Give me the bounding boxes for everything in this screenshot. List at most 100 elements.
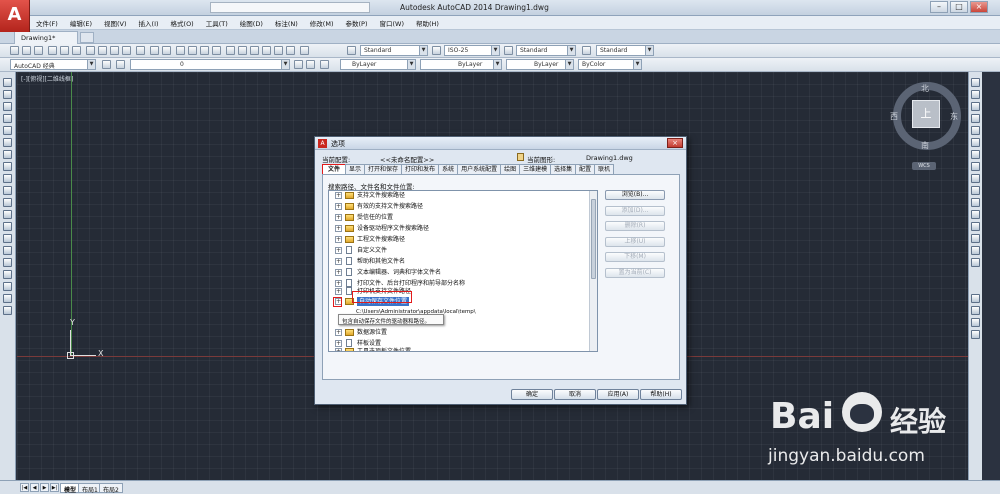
workspace-settings-icon[interactable] bbox=[102, 60, 111, 69]
tab-3d-modeling[interactable]: 三维建模 bbox=[519, 164, 552, 174]
gradient-icon[interactable] bbox=[3, 258, 12, 267]
menu-window[interactable]: 窗口(W) bbox=[373, 18, 410, 28]
add-button[interactable]: 添加(D)... bbox=[605, 206, 665, 216]
erase-icon[interactable] bbox=[971, 78, 980, 87]
prev-layout-button[interactable]: ◀ bbox=[30, 483, 39, 492]
expand-icon[interactable]: + bbox=[335, 348, 342, 351]
help-button[interactable]: 帮助(H) bbox=[640, 389, 682, 400]
move-down-button[interactable]: 下移(M) bbox=[605, 252, 665, 262]
compass-east[interactable]: 东 bbox=[950, 111, 958, 122]
polygon-icon[interactable] bbox=[3, 114, 12, 123]
circle-icon[interactable] bbox=[3, 150, 12, 159]
make-current-layer-icon[interactable] bbox=[294, 60, 303, 69]
plotstyle-select[interactable]: ByColor ▼ bbox=[578, 59, 642, 70]
tree-row[interactable]: + 文本编辑器、词典和字体文件名 bbox=[329, 268, 587, 277]
tree-scrollbar[interactable] bbox=[589, 191, 597, 351]
bring-above-icon[interactable] bbox=[971, 330, 980, 339]
lineweight-select[interactable]: ByLayer ▼ bbox=[506, 59, 574, 70]
save-icon[interactable] bbox=[34, 46, 43, 55]
tab-model[interactable]: 模型 bbox=[60, 483, 81, 494]
last-layout-button[interactable]: ▶| bbox=[50, 483, 59, 492]
zoom-window-icon[interactable] bbox=[200, 46, 209, 55]
publish-icon[interactable] bbox=[72, 46, 81, 55]
layer-properties-icon[interactable] bbox=[116, 60, 125, 69]
cancel-button[interactable]: 取消 bbox=[554, 389, 596, 400]
layer-previous-icon[interactable] bbox=[306, 60, 315, 69]
point-icon[interactable] bbox=[3, 234, 12, 243]
move-up-button[interactable]: 上移(U) bbox=[605, 237, 665, 247]
undo-icon[interactable] bbox=[150, 46, 159, 55]
help-icon[interactable] bbox=[300, 46, 309, 55]
plot-icon[interactable] bbox=[48, 46, 57, 55]
chamfer-icon[interactable] bbox=[971, 234, 980, 243]
tree-row[interactable]: + 自定义文件 bbox=[329, 246, 587, 255]
workspace-select[interactable]: AutoCAD 经典 ▼ bbox=[10, 59, 96, 70]
next-layout-button[interactable]: ▶ bbox=[40, 483, 49, 492]
explode-icon[interactable] bbox=[971, 258, 980, 267]
redo-icon[interactable] bbox=[162, 46, 171, 55]
close-button[interactable]: × bbox=[970, 1, 988, 13]
menu-file[interactable]: 文件(F) bbox=[30, 18, 64, 28]
array-icon[interactable] bbox=[971, 126, 980, 135]
menu-help[interactable]: 帮助(H) bbox=[410, 18, 445, 28]
tree-row[interactable]: + 设备驱动程序文件搜索路径 bbox=[329, 224, 587, 233]
pan-icon[interactable] bbox=[176, 46, 185, 55]
tree-row[interactable]: + 有效的支持文件搜索路径 bbox=[329, 202, 587, 211]
tree-row[interactable]: + 工具选项板文件位置 bbox=[329, 347, 587, 351]
tab-plot-and-publish[interactable]: 打印和发布 bbox=[401, 164, 440, 174]
expand-icon[interactable]: + bbox=[335, 329, 342, 336]
dim-style-icon[interactable] bbox=[432, 46, 441, 55]
construction-line-icon[interactable] bbox=[3, 90, 12, 99]
trim-icon[interactable] bbox=[971, 186, 980, 195]
wcs-menu[interactable]: WCS bbox=[912, 162, 936, 170]
tree-row[interactable]: + 数据源位置 bbox=[329, 328, 587, 337]
text-style-select[interactable]: Standard ▼ bbox=[360, 45, 428, 56]
expand-icon[interactable]: + bbox=[335, 340, 342, 347]
arc-icon[interactable] bbox=[3, 138, 12, 147]
ellipse-arc-icon[interactable] bbox=[3, 198, 12, 207]
dialog-title-bar[interactable]: A 选项 × bbox=[315, 137, 686, 150]
design-center-icon[interactable] bbox=[238, 46, 247, 55]
table-style-select[interactable]: Standard ▼ bbox=[516, 45, 576, 56]
dialog-close-button[interactable]: × bbox=[667, 138, 683, 148]
compass-west[interactable]: 西 bbox=[890, 111, 898, 122]
markup-icon[interactable] bbox=[274, 46, 283, 55]
properties-icon[interactable] bbox=[226, 46, 235, 55]
viewcube-top-face[interactable]: 上 bbox=[912, 100, 940, 128]
ok-button[interactable]: 确定 bbox=[511, 389, 553, 400]
rotate-icon[interactable] bbox=[971, 150, 980, 159]
viewport-controls-label[interactable]: [-][俯视][二维线框] bbox=[21, 74, 73, 83]
preview-icon[interactable] bbox=[60, 46, 69, 55]
tab-display[interactable]: 显示 bbox=[345, 164, 366, 174]
layer-select[interactable]: 0 ▼ bbox=[130, 59, 290, 70]
menu-view[interactable]: 视图(V) bbox=[98, 18, 133, 28]
fillet-icon[interactable] bbox=[971, 246, 980, 255]
text-style-icon[interactable] bbox=[347, 46, 356, 55]
quickcalc-icon[interactable] bbox=[286, 46, 295, 55]
remove-button[interactable]: 删除(R) bbox=[605, 221, 665, 231]
tab-profiles[interactable]: 配置 bbox=[575, 164, 596, 174]
rectangle-icon[interactable] bbox=[3, 126, 12, 135]
maximize-button[interactable]: □ bbox=[950, 1, 968, 13]
sheet-set-icon[interactable] bbox=[262, 46, 271, 55]
tab-selection[interactable]: 选择集 bbox=[550, 164, 577, 174]
application-menu-button[interactable]: A bbox=[0, 0, 30, 32]
set-current-button[interactable]: 置为当前(C) bbox=[605, 268, 665, 278]
paste-icon[interactable] bbox=[110, 46, 119, 55]
new-tab-button[interactable] bbox=[80, 32, 94, 43]
spline-icon[interactable] bbox=[3, 174, 12, 183]
move-icon[interactable] bbox=[971, 138, 980, 147]
new-file-icon[interactable] bbox=[10, 46, 19, 55]
tree-row[interactable]: + 帮助和其他文件名 bbox=[329, 257, 587, 266]
tab-layout2[interactable]: 布局2 bbox=[99, 483, 123, 494]
bring-to-front-icon[interactable] bbox=[971, 306, 980, 315]
tab-open-and-save[interactable]: 打开和保存 bbox=[364, 164, 403, 174]
color-control-icon[interactable] bbox=[320, 60, 329, 69]
expand-icon[interactable]: + bbox=[335, 269, 342, 276]
multiline-text-icon[interactable] bbox=[3, 294, 12, 303]
dim-style-select[interactable]: ISO-25 ▼ bbox=[444, 45, 500, 56]
expand-icon[interactable]: + bbox=[335, 258, 342, 265]
match-properties-icon[interactable] bbox=[122, 46, 131, 55]
draw-order-icon[interactable] bbox=[971, 294, 980, 303]
title-search-box[interactable] bbox=[210, 2, 370, 13]
